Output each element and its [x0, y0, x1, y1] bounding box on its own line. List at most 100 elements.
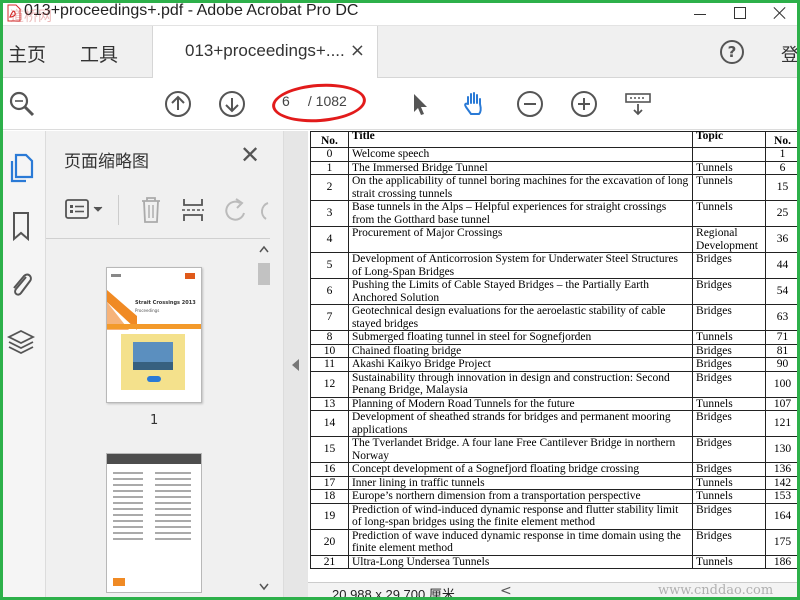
header-title: Title: [347, 131, 694, 148]
tab-tools[interactable]: 工具: [80, 40, 118, 67]
cell-topic: Bridges: [692, 462, 767, 477]
cell-title: Pushing the Limits of Cable Stayed Bridg…: [347, 278, 694, 305]
minimize-button[interactable]: [680, 0, 720, 26]
table-header-row: No. Title Topic No.: [310, 131, 800, 148]
cell-title: Welcome speech: [347, 147, 694, 162]
table-row: 13 Planning of Modern Road Tunnels for th…: [310, 396, 800, 411]
cell-title: Development of sheathed strands for brid…: [347, 410, 694, 437]
signin-button[interactable]: 登: [781, 41, 799, 67]
cell-page: 121: [765, 410, 800, 437]
page-thumbnail-2[interactable]: [106, 453, 202, 593]
cell-title: Chained floating bridge: [347, 343, 694, 358]
cell-page: 130: [765, 436, 800, 463]
cell-no: 16: [310, 462, 349, 477]
document-tab-close-icon[interactable]: ×: [350, 40, 365, 61]
cell-topic: Regional Development: [692, 226, 767, 253]
cell-no: 2: [310, 174, 349, 201]
cell-page: 63: [765, 304, 800, 331]
cell-no: 3: [310, 200, 349, 227]
page-thumbnails-icon[interactable]: [6, 151, 36, 185]
cell-no: 0: [310, 147, 349, 162]
zoom-in-icon[interactable]: [570, 90, 598, 118]
panel-collapse-handle[interactable]: [284, 131, 308, 600]
cell-page: 54: [765, 278, 800, 305]
table-row: 16 Concept development of a Sognefjord fl…: [310, 462, 800, 477]
close-window-button[interactable]: [760, 0, 800, 26]
rotate-page-icon[interactable]: [222, 195, 250, 225]
cell-page: 153: [765, 489, 800, 504]
extract-page-icon[interactable]: [180, 195, 206, 225]
left-navigation-rail: [0, 131, 46, 600]
zoom-search-icon[interactable]: [8, 90, 36, 118]
cell-no: 14: [310, 410, 349, 437]
cell-topic: Bridges: [692, 436, 767, 463]
scroll-down-icon[interactable]: [259, 583, 269, 591]
scroll-mode-icon[interactable]: [624, 90, 652, 118]
cell-title: Inner lining in traffic tunnels: [347, 475, 694, 490]
rotate-clockwise-icon[interactable]: [258, 195, 270, 225]
cell-no: 19: [310, 502, 349, 530]
cell-topic: Bridges: [692, 357, 767, 372]
table-row: 8 Submerged floating tunnel in steel for …: [310, 330, 800, 345]
tab-document[interactable]: 013+proceedings+.... ×: [152, 26, 378, 78]
page-thumbnail-1[interactable]: Strait Crossings 2013 Proceedings: [106, 267, 202, 403]
cell-title: Base tunnels in the Alps – Helpful exper…: [347, 200, 694, 227]
delete-page-icon[interactable]: [138, 195, 164, 225]
cell-no: 10: [310, 343, 349, 358]
window-title: 013+proceedings+.pdf - Adobe Acrobat Pro…: [24, 2, 359, 19]
maximize-button[interactable]: [720, 0, 760, 26]
cell-title: Concept development of a Sognefjord floa…: [347, 462, 694, 477]
scroll-up-icon[interactable]: [259, 245, 269, 253]
page-size-readout: 20.988 x 29.700 厘米: [332, 587, 455, 600]
cell-title: Procurement of Major Crossings: [347, 226, 694, 253]
table-row: 0 Welcome speech 1: [310, 147, 800, 162]
thumbnail-options-icon[interactable]: [64, 197, 108, 223]
proceedings-table: No. Title Topic No. 0 Welcome speech 1 1 The…: [310, 131, 800, 569]
watermark-logo: 道桥网: [10, 9, 52, 25]
cell-no: 5: [310, 252, 349, 279]
main-toolbar: 6 / 1082: [0, 78, 800, 130]
table-row: 18 Europe’s northern dimension from a tra…: [310, 489, 800, 504]
cell-title: The Tverlandet Bridge. A four lane Free …: [347, 436, 694, 463]
zoom-out-icon[interactable]: [516, 90, 544, 118]
previous-page-icon[interactable]: [164, 90, 192, 118]
next-page-icon[interactable]: [218, 90, 246, 118]
cell-page: 25: [765, 200, 800, 227]
table-row: 21 Ultra-Long Undersea Tunnels Tunnels 186: [310, 554, 800, 569]
minimize-icon: [694, 7, 706, 15]
cell-title: The Immersed Bridge Tunnel: [347, 160, 694, 175]
cell-topic: Bridges: [692, 502, 767, 530]
cell-topic: Tunnels: [692, 200, 767, 227]
scrollbar-thumb[interactable]: [258, 263, 270, 285]
cell-page: 15: [765, 174, 800, 201]
table-row: 7 Geotechnical design evaluations for the…: [310, 304, 800, 331]
cell-title: On the applicability of tunnel boring ma…: [347, 174, 694, 201]
table-row: 12 Sustainability through innovation in d…: [310, 370, 800, 398]
thumbnail-1-label: 1: [150, 413, 159, 428]
table-row: 19 Prediction of wind-induced dynamic res…: [310, 502, 800, 530]
cell-page: 44: [765, 252, 800, 279]
tab-home[interactable]: 主页: [8, 40, 46, 67]
cell-no: 18: [310, 489, 349, 504]
layers-icon[interactable]: [6, 325, 36, 359]
cell-page: 175: [765, 528, 800, 556]
attachment-icon[interactable]: [6, 267, 36, 301]
panel-close-icon[interactable]: ✕: [240, 141, 260, 169]
cell-no: 4: [310, 226, 349, 253]
site-watermark: www.cnddao.com: [658, 583, 774, 598]
select-cursor-icon[interactable]: [406, 90, 434, 118]
thumbnail-tools: [46, 183, 270, 239]
scroll-left-icon[interactable]: <: [500, 583, 512, 599]
thumbnails-scrollbar[interactable]: [256, 241, 272, 600]
panel-title: 页面缩略图: [64, 152, 149, 172]
cell-topic: Tunnels: [692, 160, 767, 175]
cell-no: 6: [310, 278, 349, 305]
help-icon[interactable]: ?: [720, 40, 744, 64]
cell-page: 1: [765, 147, 800, 162]
title-bar: 013+proceedings+.pdf - Adobe Acrobat Pro…: [0, 0, 800, 26]
cell-title: Prediction of wind-induced dynamic respo…: [347, 502, 694, 530]
document-view[interactable]: No. Title Topic No. 0 Welcome speech 1 1 The…: [308, 131, 800, 600]
cell-topic: Bridges: [692, 252, 767, 279]
bookmark-icon[interactable]: [6, 209, 36, 243]
hand-tool-icon[interactable]: [460, 90, 488, 118]
